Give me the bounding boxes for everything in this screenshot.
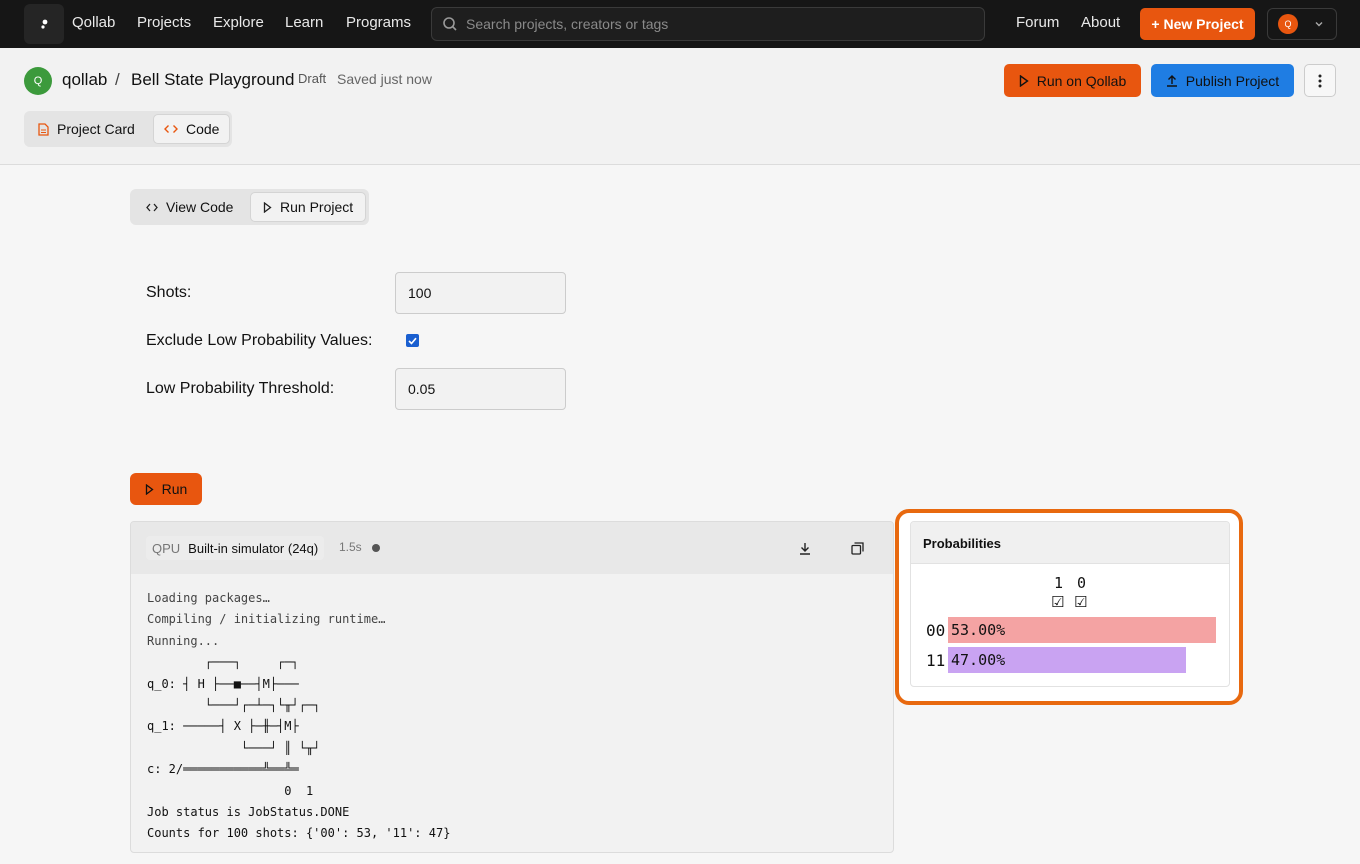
document-icon	[38, 122, 49, 136]
shots-label: Shots:	[146, 284, 192, 301]
logo-icon	[41, 19, 48, 29]
play-icon	[1019, 74, 1029, 87]
tab-view-code[interactable]: View Code	[134, 192, 245, 222]
probabilities-title: Probabilities	[911, 522, 1229, 564]
console-line: Compiling / initializing runtime…	[147, 612, 386, 627]
user-menu[interactable]: Q	[1267, 8, 1337, 40]
bit-label: 0	[1077, 574, 1087, 592]
project-title: Bell State Playground	[131, 70, 295, 89]
bit-toggle-checkbox[interactable]: ☑	[1051, 593, 1064, 611]
run-output-panel: QPU Built-in simulator (24q) 1.5s Loadin…	[130, 521, 894, 853]
chevron-down-icon	[1315, 22, 1323, 27]
upload-icon	[1166, 75, 1177, 87]
console-line: Running...	[147, 633, 220, 648]
shots-input[interactable]	[395, 272, 566, 314]
status-badge: Draft	[298, 71, 327, 86]
exclude-low-probability-label: Exclude Low Probability Values:	[146, 332, 373, 349]
bit-label: 1	[1054, 574, 1064, 592]
tab-run-project-label: Run Project	[280, 199, 354, 215]
state-label: 00	[926, 621, 946, 640]
breadcrumb-org[interactable]: qollab	[62, 68, 107, 92]
copy-button[interactable]	[847, 538, 867, 558]
run-console: Loading packages… Compiling / initializin…	[147, 588, 450, 845]
probabilities-card: Probabilities 1 0 ☑ ☑ 00 53.00% 11 47.00…	[910, 521, 1230, 687]
copy-icon	[850, 541, 864, 555]
nav-brand-link[interactable]: Qollab	[72, 0, 115, 48]
run-button-label: Run	[161, 481, 188, 497]
org-avatar[interactable]: Q	[24, 67, 52, 95]
publish-project-label: Publish Project	[1185, 72, 1280, 89]
code-subtabs: View Code Run Project	[130, 189, 369, 225]
job-status-line: Job status is JobStatus.DONE	[147, 805, 350, 820]
project-tabs: Project Card Code	[24, 111, 232, 147]
run-on-qollab-label: Run on Qollab	[1036, 72, 1127, 89]
console-line: Loading packages…	[147, 591, 270, 605]
search-icon	[443, 17, 457, 31]
tab-view-code-label: View Code	[166, 199, 234, 215]
circuit-diagram: ┌───┐ ┌─┐ q_0: ┤ H ├──■──┤M├─── └───┘┌─┴…	[147, 655, 321, 798]
state-label: 11	[926, 651, 946, 670]
tab-run-project[interactable]: Run Project	[250, 192, 367, 222]
tab-project-card[interactable]: Project Card	[28, 114, 145, 144]
threshold-label: Low Probability Threshold:	[146, 380, 335, 397]
nav-link-about[interactable]: About	[1081, 0, 1120, 48]
new-project-button[interactable]: + New Project	[1140, 8, 1255, 40]
tab-code[interactable]: Code	[153, 114, 231, 144]
search-bar[interactable]	[431, 7, 985, 41]
save-status: Saved just now	[337, 71, 432, 87]
more-options-button[interactable]	[1304, 64, 1336, 97]
nav-link-explore[interactable]: Explore	[213, 0, 264, 48]
qpu-tag: QPU	[152, 540, 181, 556]
nav-link-projects[interactable]: Projects	[137, 0, 191, 48]
tab-code-label: Code	[186, 121, 220, 137]
kebab-menu-icon	[1318, 74, 1322, 87]
run-button[interactable]: Run	[130, 473, 202, 505]
publish-project-button[interactable]: Publish Project	[1151, 64, 1294, 97]
nav-link-learn[interactable]: Learn	[285, 0, 323, 48]
code-icon	[164, 125, 178, 133]
run-on-qollab-button[interactable]: Run on Qollab	[1004, 64, 1141, 97]
bit-toggle-checkbox[interactable]: ☑	[1074, 593, 1087, 611]
probability-bar: 47.00%	[948, 647, 1186, 673]
probability-bar: 53.00%	[948, 617, 1216, 643]
top-navbar: Qollab Projects Explore Learn Programs F…	[0, 0, 1360, 48]
breadcrumb-separator: /	[115, 70, 120, 89]
checkmark-icon	[408, 337, 417, 345]
run-output-header: QPU Built-in simulator (24q) 1.5s	[131, 522, 893, 574]
play-icon	[145, 483, 154, 495]
play-icon	[263, 201, 272, 213]
tab-project-card-label: Project Card	[57, 121, 135, 137]
download-button[interactable]	[795, 538, 815, 558]
counts-line: Counts for 100 shots: {'00': 53, '11': 4…	[147, 826, 451, 841]
user-avatar: Q	[1278, 14, 1298, 34]
code-icon	[146, 203, 158, 211]
search-input[interactable]	[466, 16, 946, 32]
project-header: Q qollab / Bell State Playground Draft S…	[0, 48, 1360, 165]
threshold-input[interactable]	[395, 368, 566, 410]
nav-link-programs[interactable]: Programs	[346, 0, 411, 48]
nav-link-forum[interactable]: Forum	[1016, 0, 1059, 48]
run-duration: 1.5s	[339, 540, 362, 554]
status-dot	[372, 544, 380, 552]
backend-chip: QPU Built-in simulator (24q)	[146, 536, 325, 560]
download-icon	[800, 542, 810, 555]
qollab-logo[interactable]	[24, 4, 64, 44]
backend-name: Built-in simulator (24q)	[188, 540, 319, 556]
exclude-low-probability-checkbox[interactable]	[406, 334, 419, 347]
